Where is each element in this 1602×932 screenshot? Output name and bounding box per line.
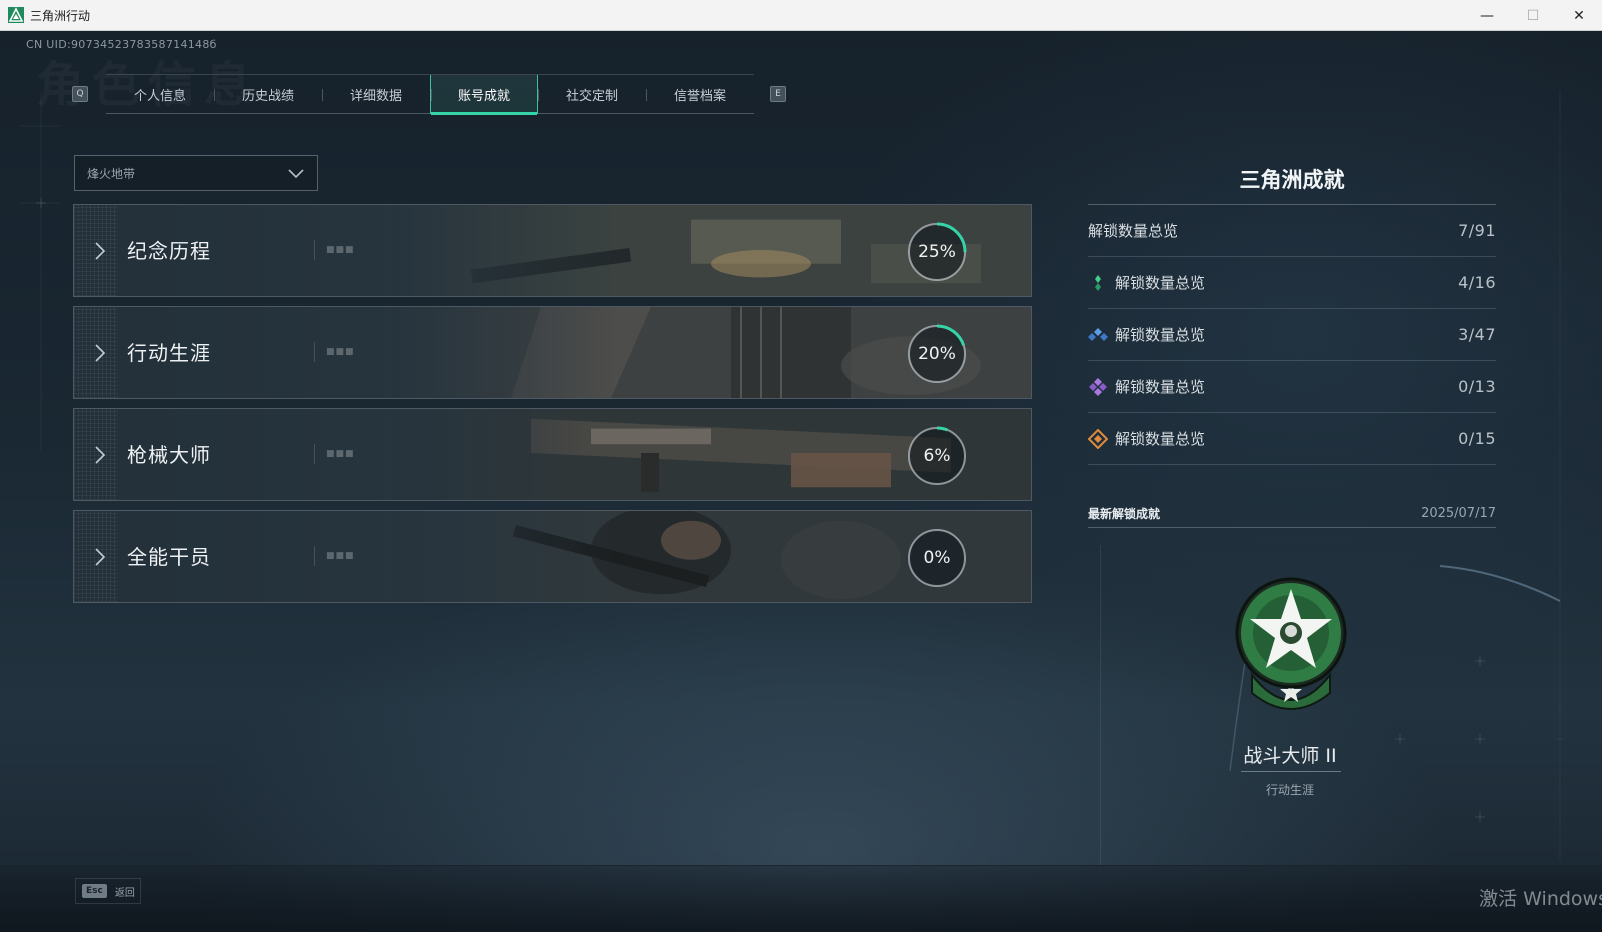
tier-count: 0/13 xyxy=(1458,377,1496,396)
app-logo-icon xyxy=(8,7,24,23)
chevron-right-icon xyxy=(95,548,106,566)
minimize-button[interactable]: — xyxy=(1464,0,1510,31)
back-label: 返回 xyxy=(114,887,135,899)
latest-achievement-date: 2025/07/17 xyxy=(1421,506,1496,521)
category-label: 纪念历程 xyxy=(127,239,211,263)
summary-total-label: 解锁数量总览 xyxy=(1088,222,1179,240)
tab-detailed-stats[interactable]: 详细数据 xyxy=(322,75,430,114)
summary-tier-row: 解锁数量总览 3/47 xyxy=(1088,309,1496,361)
orange-diamond-icon xyxy=(1088,428,1108,449)
maximize-button[interactable]: ☐ xyxy=(1510,0,1556,31)
app-content: 角色信息 CN UID:9073452378358714148б Q 个人信息 … xyxy=(0,31,1602,932)
tab-personal-info[interactable]: 个人信息 xyxy=(106,75,214,114)
window-titlebar: 三角洲行动 — ☐ ✕ xyxy=(0,0,1602,31)
tab-match-history[interactable]: 历史战绩 xyxy=(214,75,322,114)
latest-achievement-card[interactable]: 战斗大师 II 行动生涯 xyxy=(1100,545,1495,865)
category-card[interactable]: 全能干员 ■■■ 0% xyxy=(73,510,1032,603)
summary-total-row: 解锁数量总览 7/91 xyxy=(1088,205,1496,257)
category-card[interactable]: 枪械大师 ■■■ 6% xyxy=(73,408,1032,501)
tab-bar: Q 个人信息 历史战绩 详细数据 账号成就 社交定制 信誉档案 E xyxy=(72,74,786,115)
esc-key-hint: Esc xyxy=(82,884,107,898)
close-button[interactable]: ✕ xyxy=(1556,0,1602,31)
account-uid: CN UID:9073452378358714148б xyxy=(26,38,217,51)
summary-tier-row: 解锁数量总览 0/15 xyxy=(1088,413,1496,465)
tier-count: 0/15 xyxy=(1458,429,1496,448)
category-label: 枪械大师 xyxy=(127,443,211,467)
category-label: 全能干员 xyxy=(127,545,211,569)
progress-percent: 0% xyxy=(923,548,951,568)
tab-social-custom[interactable]: 社交定制 xyxy=(538,75,646,114)
summary-tier-row: 解锁数量总览 4/16 xyxy=(1088,257,1496,309)
summary-total-count: 7/91 xyxy=(1458,221,1496,240)
achievement-name: 战斗大师 II xyxy=(1243,745,1337,767)
achievement-category: 行动生涯 xyxy=(1265,783,1314,797)
tier-label: 解锁数量总览 xyxy=(1115,430,1206,448)
progress-percent: 6% xyxy=(923,446,951,466)
window-title: 三角洲行动 xyxy=(30,8,91,23)
achievement-badge-icon xyxy=(1235,577,1347,710)
prev-tab-key[interactable]: Q xyxy=(72,86,88,102)
tier-count: 3/47 xyxy=(1458,325,1496,344)
green-diamond-icon xyxy=(1095,274,1101,291)
back-button[interactable]: Esc 返回 xyxy=(75,878,141,904)
chevron-right-icon xyxy=(95,242,106,260)
tab-credit-record[interactable]: 信誉档案 xyxy=(646,75,754,114)
category-card[interactable]: 行动生涯 ■■■ 20% xyxy=(73,306,1032,399)
latest-achievement-label: 最新解锁成就 xyxy=(1088,507,1161,521)
purple-diamond-icon xyxy=(1089,377,1107,396)
chevron-right-icon xyxy=(95,446,106,464)
summary-tier-row: 解锁数量总览 0/13 xyxy=(1088,361,1496,413)
category-label: 行动生涯 xyxy=(127,341,211,365)
chevron-down-icon xyxy=(288,169,304,179)
tier-count: 4/16 xyxy=(1458,273,1496,292)
achievement-category-list: 纪念历程 ■■■ 25% 行动生涯 ■■■ 20% 枪械大师 ■■■ 6% 全能… xyxy=(73,204,1032,612)
tier-label: 解锁数量总览 xyxy=(1115,378,1206,396)
tab-achievements[interactable]: 账号成就 xyxy=(430,75,538,115)
next-tab-key[interactable]: E xyxy=(770,86,786,102)
mode-dropdown[interactable]: 烽火地带 xyxy=(74,155,318,191)
category-card[interactable]: 纪念历程 ■■■ 25% xyxy=(73,204,1032,297)
tier-label: 解锁数量总览 xyxy=(1115,326,1206,344)
mode-dropdown-value: 烽火地带 xyxy=(87,166,136,181)
tier-label: 解锁数量总览 xyxy=(1115,274,1206,292)
latest-achievement-header: 最新解锁成就 2025/07/17 xyxy=(1088,500,1496,528)
windows-activation-watermark: 激活 Windows xyxy=(1479,888,1602,910)
summary-title: 三角洲成就 xyxy=(1088,155,1496,205)
blue-diamond-icon xyxy=(1088,327,1108,341)
progress-percent: 20% xyxy=(918,344,956,364)
tab-list: 个人信息 历史战绩 详细数据 账号成就 社交定制 信誉档案 xyxy=(106,74,754,115)
chevron-right-icon xyxy=(95,344,106,362)
bottom-bar: Esc 返回 激活 Windows xyxy=(0,865,1602,932)
achievement-summary-panel: 三角洲成就 解锁数量总览 7/91 解锁数量总览 4/16 解锁数量总览 3/4… xyxy=(1088,155,1496,465)
progress-percent: 25% xyxy=(918,242,956,262)
